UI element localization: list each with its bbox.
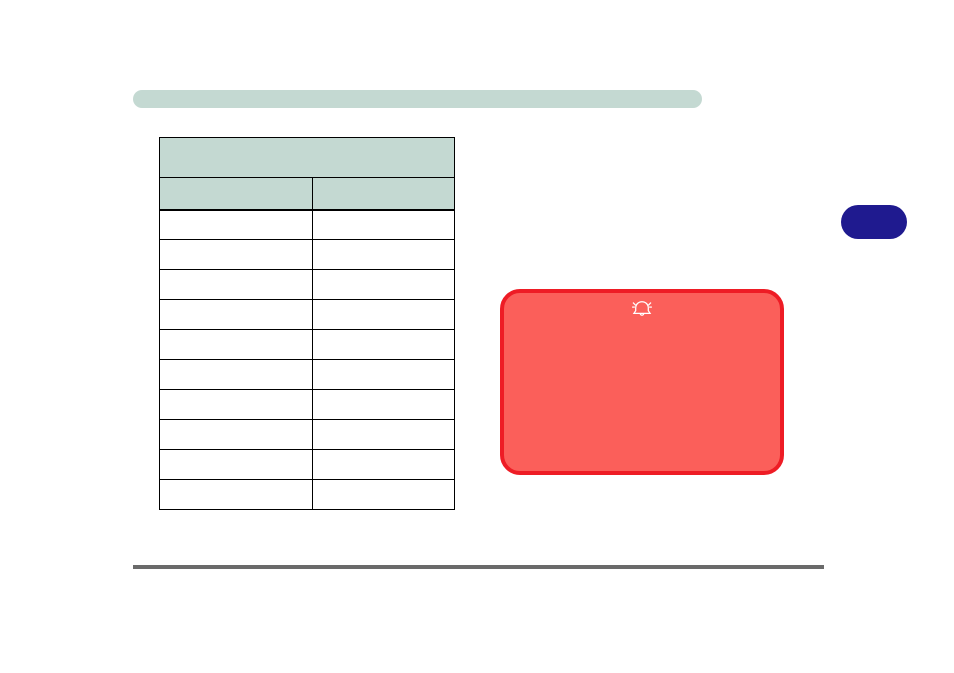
table-row (160, 450, 455, 480)
table-row (160, 270, 455, 300)
cell (313, 300, 455, 330)
cell (160, 300, 313, 330)
alert-panel (500, 289, 784, 475)
header-bar (133, 90, 702, 108)
cell (160, 210, 313, 240)
action-button[interactable] (841, 205, 907, 239)
cell (160, 240, 313, 270)
cell (313, 420, 455, 450)
cell (313, 390, 455, 420)
table-row (160, 360, 455, 390)
cell (160, 330, 313, 360)
cell (313, 240, 455, 270)
cell (313, 360, 455, 390)
table-row (160, 330, 455, 360)
cell (313, 210, 455, 240)
cell (160, 480, 313, 510)
cell (160, 450, 313, 480)
cell (313, 450, 455, 480)
data-table (159, 137, 455, 510)
table-row (160, 210, 455, 240)
footer-divider (133, 565, 824, 569)
cell (313, 480, 455, 510)
cell (313, 330, 455, 360)
table-header-merged (160, 138, 455, 178)
table-row (160, 240, 455, 270)
cell (160, 390, 313, 420)
table-col1-header (160, 178, 313, 210)
cell (160, 420, 313, 450)
table-row (160, 300, 455, 330)
table-row (160, 420, 455, 450)
table-row (160, 390, 455, 420)
alarm-icon (631, 299, 653, 317)
table-row (160, 480, 455, 510)
cell (160, 270, 313, 300)
cell (313, 270, 455, 300)
cell (160, 360, 313, 390)
table-col2-header (313, 178, 455, 210)
